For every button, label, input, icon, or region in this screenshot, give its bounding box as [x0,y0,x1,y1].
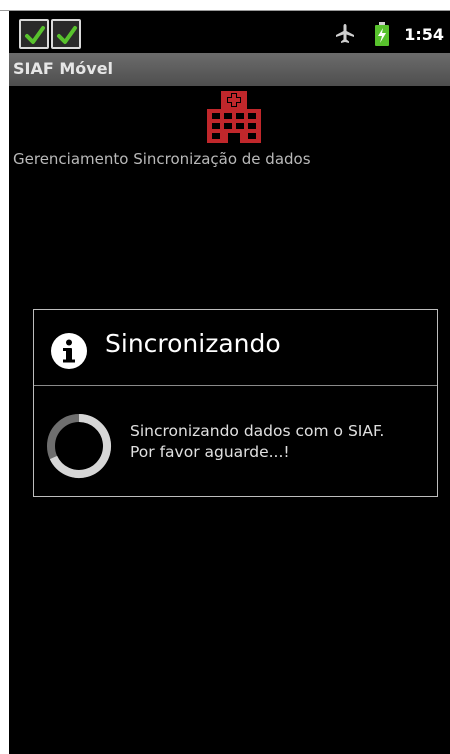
info-icon [51,333,87,369]
battery-charging-icon [375,22,390,46]
phone-screen: 1:54 SIAF Móvel Gerenciamento Sincroniza… [9,11,450,754]
app-title-bar: SIAF Móvel [9,53,450,86]
app-title: SIAF Móvel [13,59,114,78]
status-bar: 1:54 [9,11,450,52]
progress-spinner-icon [47,414,112,478]
dialog-header: Sincronizando [34,310,437,387]
check-icon[interactable] [19,19,49,49]
dialog-divider [34,385,437,386]
status-icons: 1:54 [334,22,444,46]
check-icon[interactable] [51,19,81,49]
airplane-icon [336,24,355,43]
page-subtitle: Gerenciamento Sincronização de dados [13,150,311,168]
dialog-message: Sincronizando dados com o SIAF. Por favo… [130,422,385,461]
clock-time: 1:54 [404,24,444,44]
hospital-building-icon[interactable] [205,89,265,145]
sync-progress-dialog: Sincronizando Sincronizando dados com o … [33,309,438,497]
dialog-title: Sincronizando [105,329,281,358]
